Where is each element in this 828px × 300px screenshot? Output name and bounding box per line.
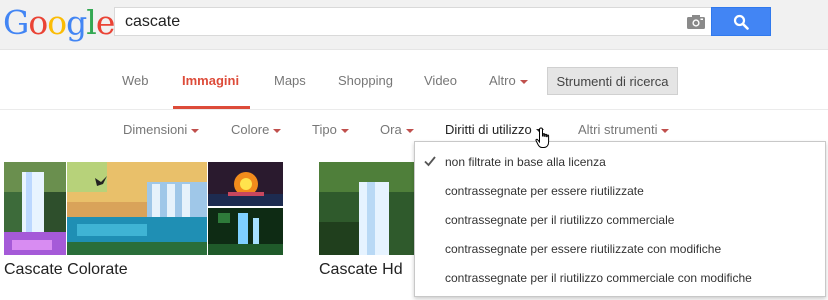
chevron-down-icon (519, 79, 528, 84)
filter-more-tools-label: Altri strumenti (578, 122, 658, 137)
waterfall-image (4, 162, 66, 255)
result-thumbnail[interactable] (208, 162, 283, 206)
search-tools-label: Strumenti di ricerca (556, 73, 669, 89)
filter-color[interactable]: Colore (231, 122, 282, 137)
google-logo[interactable]: G o o g l e (3, 3, 116, 43)
menu-item-not-filtered[interactable]: non filtrate in base alla licenza (415, 148, 825, 176)
tab-maps[interactable]: Maps (274, 73, 306, 88)
sunset-image (208, 162, 283, 206)
filter-usage-rights[interactable]: Diritti di utilizzo (445, 122, 544, 137)
hand-cursor-icon (535, 127, 550, 148)
logo-letter-g: G (3, 3, 29, 42)
header-bar: G o o g l e (0, 0, 828, 50)
logo-letter-e: e (95, 3, 116, 42)
tab-web[interactable]: Web (122, 73, 149, 88)
result-thumbnail[interactable] (208, 208, 283, 255)
menu-item-commercial-reuse-modification[interactable]: contrassegnate per il riutilizzo commerc… (415, 264, 825, 292)
tab-images[interactable]: Immagini (182, 73, 239, 88)
usage-rights-menu: non filtrate in base alla licenza contra… (414, 141, 826, 297)
camera-icon[interactable] (687, 15, 705, 29)
tab-maps-label: Maps (274, 73, 306, 88)
search-box (114, 7, 711, 36)
tab-video[interactable]: Video (424, 73, 457, 88)
menu-item-label: contrassegnate per il riutilizzo commerc… (445, 271, 752, 285)
menu-item-label: contrassegnate per essere riutilizzate c… (445, 242, 722, 256)
search-icon (733, 14, 749, 30)
tab-shopping-label: Shopping (338, 73, 393, 88)
result-title[interactable]: Cascate Hd (319, 261, 403, 279)
tab-more[interactable]: Altro (489, 73, 528, 88)
menu-item-label: non filtrate in base alla licenza (445, 155, 606, 169)
active-tab-indicator (173, 106, 250, 109)
chevron-down-icon (661, 128, 670, 133)
logo-letter-g2: g (66, 3, 87, 42)
logo-letter-o2: o (47, 3, 67, 42)
tab-more-label: Altro (489, 73, 516, 88)
logo-letter-o1: o (28, 3, 48, 42)
chevron-down-icon (273, 128, 282, 133)
logo-letter-l: l (86, 3, 97, 42)
waterfall-image (67, 162, 207, 255)
tab-shopping[interactable]: Shopping (338, 73, 393, 88)
filter-color-label: Colore (231, 122, 270, 137)
filter-time[interactable]: Ora (380, 122, 414, 137)
tab-web-label: Web (122, 73, 149, 88)
filter-size[interactable]: Dimensioni (123, 122, 200, 137)
search-tabs: Web Immagini Maps Shopping Video Altro (0, 50, 828, 110)
tab-images-label: Immagini (182, 73, 240, 88)
result-thumbnail[interactable] (319, 162, 414, 255)
result-thumbnail[interactable] (67, 162, 207, 255)
image-result[interactable]: Cascate Hd (319, 162, 419, 282)
menu-item-label: contrassegnate per essere riutilizzate (445, 184, 644, 198)
chevron-down-icon (191, 128, 200, 133)
filter-type[interactable]: Tipo (312, 122, 349, 137)
menu-item-reuse[interactable]: contrassegnate per essere riutilizzate (415, 177, 825, 205)
filter-type-label: Tipo (312, 122, 337, 137)
result-title[interactable]: Cascate Colorate (4, 261, 128, 279)
search-input[interactable] (125, 8, 665, 35)
waterfall-image (319, 162, 414, 255)
menu-item-commercial-reuse[interactable]: contrassegnate per il riutilizzo commerc… (415, 206, 825, 234)
search-button[interactable] (711, 7, 771, 36)
menu-item-label: contrassegnate per il riutilizzo commerc… (445, 213, 675, 227)
search-tools-button[interactable]: Strumenti di ricerca (547, 67, 678, 95)
menu-item-reuse-modification[interactable]: contrassegnate per essere riutilizzate c… (415, 235, 825, 263)
waterfall-image (208, 208, 283, 255)
result-thumbnail[interactable] (4, 162, 66, 255)
filter-size-label: Dimensioni (123, 122, 188, 137)
filter-more-tools[interactable]: Altri strumenti (578, 122, 670, 137)
check-icon (424, 156, 436, 167)
image-result[interactable]: Cascate Colorate (4, 162, 284, 282)
chevron-down-icon (405, 128, 414, 133)
tab-video-label: Video (424, 73, 458, 88)
filter-usage-rights-label: Diritti di utilizzo (445, 122, 532, 137)
filter-time-label: Ora (380, 122, 402, 137)
chevron-down-icon (340, 128, 349, 133)
